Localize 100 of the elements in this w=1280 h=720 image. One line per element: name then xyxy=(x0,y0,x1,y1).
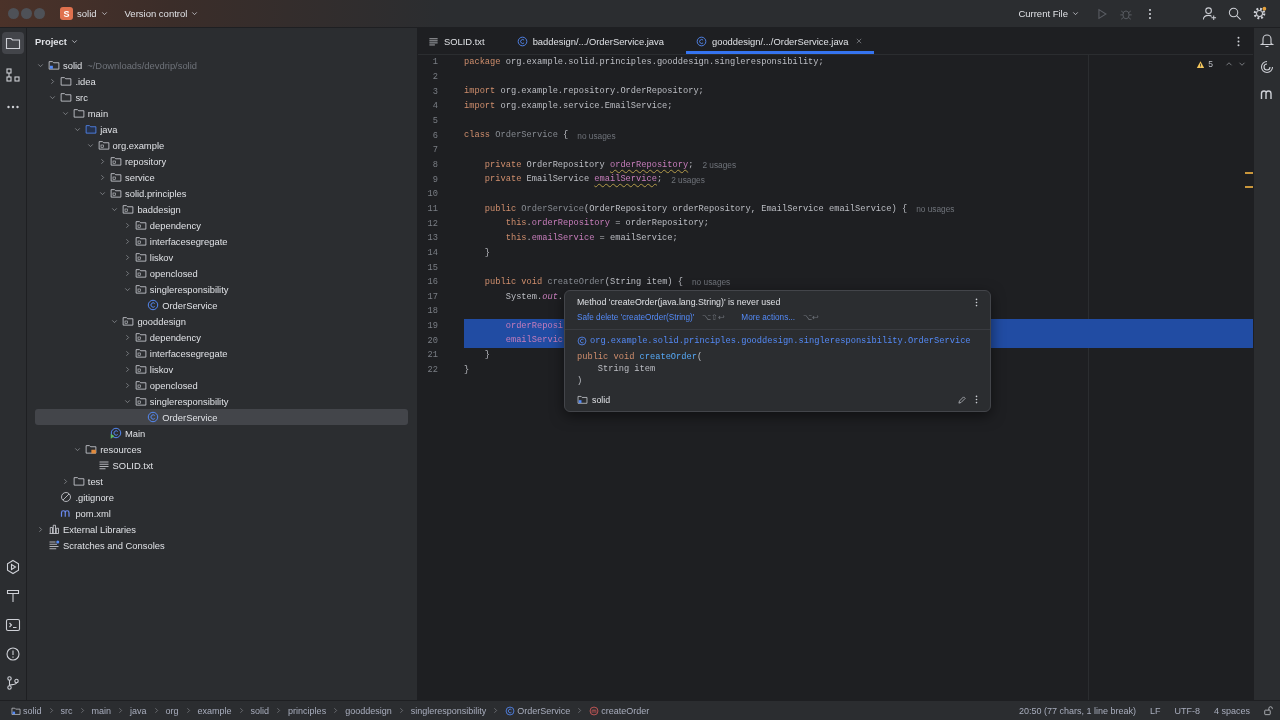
breadcrumb[interactable]: OrderService xyxy=(500,703,576,718)
tree-item[interactable]: .gitignore xyxy=(35,489,408,505)
breadcrumb[interactable]: java xyxy=(125,703,152,718)
qualified-name[interactable]: org.example.solid.principles.gooddesign.singleresponsibility.OrderService xyxy=(590,336,971,346)
tree-item[interactable]: src xyxy=(35,89,408,105)
caret-icon xyxy=(1071,9,1080,18)
code-line: } xyxy=(483,246,491,260)
window-button[interactable] xyxy=(34,8,45,19)
class-icon xyxy=(516,35,528,47)
panel-title-menu[interactable]: Project xyxy=(31,33,83,49)
run-config-menu[interactable]: Current File xyxy=(1014,6,1084,21)
error-stripe-mark xyxy=(1245,172,1253,174)
line-number: 9 xyxy=(431,174,439,185)
tree-item[interactable]: openclosed xyxy=(35,377,408,393)
tree-item[interactable]: pom.xml xyxy=(35,505,408,521)
tree-item[interactable]: SOLID.txt xyxy=(35,457,408,473)
tree-item[interactable]: interfacesegregate xyxy=(35,233,408,249)
tree-item[interactable]: dependency xyxy=(35,217,408,233)
package-icon xyxy=(110,155,122,167)
breadcrumb[interactable]: org xyxy=(160,703,184,718)
tree-item[interactable]: interfacesegregate xyxy=(35,345,408,361)
tree-item[interactable]: gooddesign xyxy=(35,313,408,329)
tree-item[interactable]: Scratches and Consoles xyxy=(35,537,408,553)
notifications-icon[interactable] xyxy=(1259,32,1275,48)
line-number: 21 xyxy=(426,350,439,361)
package-icon xyxy=(134,251,147,263)
breadcrumb[interactable]: singleresponsibility xyxy=(405,703,492,718)
edit-icon[interactable] xyxy=(957,394,967,405)
breadcrumb[interactable]: gooddesign xyxy=(340,703,397,718)
tree-item[interactable]: liskov xyxy=(35,361,408,377)
action-link[interactable]: More actions... xyxy=(741,312,796,322)
code-line: String item xyxy=(596,363,657,375)
folder-icon[interactable] xyxy=(2,32,24,54)
tree-item[interactable]: OrderService xyxy=(35,409,408,425)
encoding-menu[interactable]: UTF-8 xyxy=(1169,703,1205,718)
package-icon xyxy=(110,171,122,183)
breadcrumb[interactable]: solid xyxy=(6,703,47,718)
folder-icon xyxy=(72,107,85,119)
window-button[interactable] xyxy=(21,8,32,19)
tree-item[interactable]: main xyxy=(35,105,408,121)
line-number: 13 xyxy=(426,233,439,244)
tree-item[interactable]: liskov xyxy=(35,249,408,265)
tree-item[interactable]: External Libraries xyxy=(35,521,408,537)
editor-tab[interactable]: SOLID.txt xyxy=(418,28,495,54)
tree-item[interactable]: Main xyxy=(35,425,408,441)
code-line: package org.example.solid.principles.gooddesign.singleresponsibility; xyxy=(464,56,824,69)
folder-icon xyxy=(85,123,98,135)
scratch-icon xyxy=(48,539,60,551)
tree-item[interactable]: openclosed xyxy=(35,265,408,281)
line-number: 20 xyxy=(426,335,439,346)
line-ending-menu[interactable]: LF xyxy=(1144,703,1166,718)
chevron-icon xyxy=(491,706,501,715)
breadcrumb[interactable]: principles xyxy=(283,703,332,718)
tree-item[interactable]: solid ~/Downloads/devdrip/solid xyxy=(35,57,408,73)
action-link[interactable]: Safe delete 'createOrder(String)' xyxy=(577,312,695,322)
code-line: System.out. xyxy=(504,290,564,304)
tree-item[interactable]: test xyxy=(35,473,408,489)
run-icon[interactable] xyxy=(1095,6,1109,21)
lock-icon[interactable] xyxy=(1263,705,1274,716)
spiral-icon[interactable] xyxy=(1259,59,1275,75)
breadcrumb[interactable]: createOrder xyxy=(584,703,655,718)
tree-item[interactable]: baddesign xyxy=(35,201,408,217)
tree-item[interactable]: singleresponsibility xyxy=(35,393,408,409)
search-icon[interactable] xyxy=(1227,6,1242,21)
tree-item[interactable]: singleresponsibility xyxy=(35,281,408,297)
breadcrumb[interactable]: solid xyxy=(245,703,275,718)
code-line: import org.example.repository.OrderRepository; xyxy=(464,85,704,99)
package-icon xyxy=(134,331,147,343)
tree-item[interactable]: org.example xyxy=(35,137,408,153)
tree-item[interactable]: .idea xyxy=(35,73,408,89)
breadcrumb[interactable]: src xyxy=(55,703,78,718)
breadcrumb[interactable]: example xyxy=(192,703,237,718)
code-line: public void createOrder(String item) { xyxy=(483,275,683,289)
shortcut-hint: ⌥↩ xyxy=(803,312,820,322)
tree-item[interactable]: service xyxy=(35,169,408,185)
code-line: public OrderService(OrderRepository orderRepository, EmailService emailService) { xyxy=(483,202,908,216)
add-user-icon[interactable] xyxy=(1202,6,1217,21)
code-line: this.orderRepository = orderRepository; xyxy=(504,217,710,231)
tree-item[interactable]: dependency xyxy=(35,329,408,345)
window-button[interactable] xyxy=(8,8,19,19)
warning-icon[interactable] xyxy=(1196,59,1206,69)
tree-item[interactable]: OrderService xyxy=(35,297,408,313)
chevron-icon xyxy=(331,706,341,715)
path-hint: ~/Downloads/devdrip/solid xyxy=(87,59,197,71)
editor-tab[interactable]: baddesign/.../OrderService.java xyxy=(506,28,674,54)
breadcrumb[interactable]: main xyxy=(86,703,117,718)
ignored-file-icon xyxy=(60,491,73,503)
vcs-menu[interactable]: Version control xyxy=(120,6,204,21)
workspace-menu[interactable]: solid xyxy=(73,6,113,21)
line-number: 10 xyxy=(426,189,439,200)
caret-position[interactable]: 20:50 (77 chars, 1 line break) xyxy=(1013,703,1141,718)
tree-item[interactable]: resources xyxy=(35,441,408,457)
class-icon xyxy=(695,35,707,47)
tree-item[interactable]: solid.principles xyxy=(35,185,408,201)
editor-tab[interactable]: gooddesign/.../OrderService.java xyxy=(685,28,874,54)
settings-icon[interactable] xyxy=(1252,6,1267,21)
indent-menu[interactable]: 4 spaces xyxy=(1208,703,1255,718)
tree-item[interactable]: java xyxy=(35,121,408,137)
tree-item[interactable]: repository xyxy=(35,153,408,169)
warning-count[interactable]: 5 xyxy=(1208,59,1213,69)
